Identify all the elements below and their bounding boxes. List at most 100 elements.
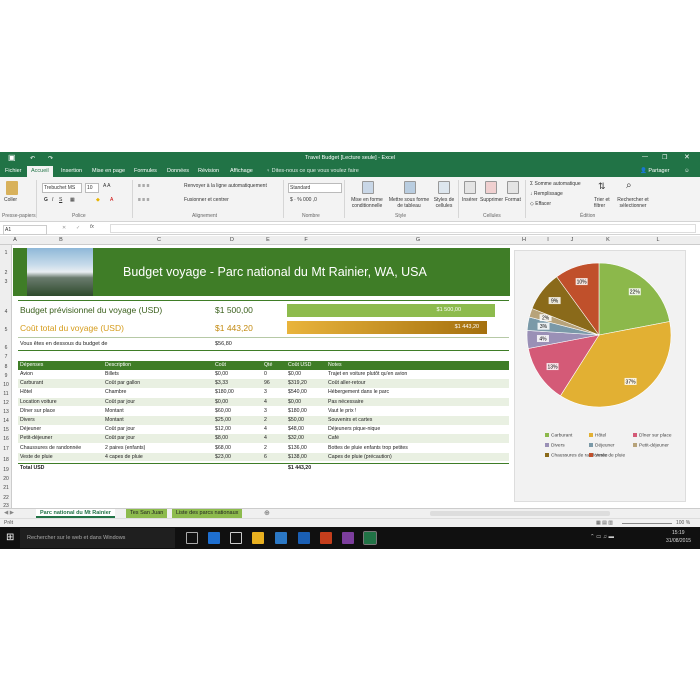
taskbar-search-box[interactable]: Rechercher sur le web et dans Windows bbox=[20, 528, 175, 548]
column-header[interactable]: L bbox=[630, 237, 686, 243]
share-button[interactable]: 👤 Partager bbox=[640, 168, 670, 174]
font-name-select[interactable]: Trebuchet MS bbox=[42, 183, 82, 193]
table-cell[interactable]: Chaussures de randonnée bbox=[20, 445, 81, 451]
file-explorer-icon[interactable] bbox=[252, 532, 264, 544]
zoom-slider[interactable] bbox=[622, 523, 672, 524]
row-header[interactable]: 9 bbox=[0, 373, 12, 379]
excel-taskbar-icon[interactable] bbox=[363, 531, 377, 545]
outlook-icon[interactable] bbox=[275, 532, 287, 544]
table-cell[interactable]: Coût par jour bbox=[105, 426, 135, 432]
table-cell[interactable]: Montant bbox=[105, 408, 124, 414]
row-header[interactable]: 20 bbox=[0, 476, 12, 482]
tab-revision[interactable]: Révision bbox=[198, 168, 219, 174]
confirm-icon[interactable]: ✓ bbox=[76, 225, 80, 231]
row-header[interactable]: 4 bbox=[0, 309, 12, 315]
row-header[interactable]: 5 bbox=[0, 327, 12, 333]
task-view-icon[interactable] bbox=[186, 532, 198, 544]
table-cell[interactable]: 0 bbox=[264, 371, 267, 377]
column-header[interactable]: G bbox=[326, 237, 510, 243]
table-cell[interactable]: 2 bbox=[264, 445, 267, 451]
table-cell[interactable]: Coût par jour bbox=[105, 399, 135, 405]
sheet-tab-liste-parcs[interactable]: Liste des parcs nationaux bbox=[172, 509, 243, 518]
row-header[interactable]: 11 bbox=[0, 391, 12, 397]
bold-icon[interactable]: G bbox=[44, 197, 48, 203]
table-cell[interactable]: $32,00 bbox=[288, 435, 304, 441]
row-header[interactable]: 22 bbox=[0, 495, 12, 501]
header-notes[interactable]: Notes bbox=[328, 362, 342, 368]
conditional-format-icon[interactable] bbox=[362, 181, 374, 194]
powerpoint-icon[interactable] bbox=[320, 532, 332, 544]
insert-cells-icon[interactable] bbox=[464, 181, 476, 194]
row-header[interactable]: 17 bbox=[0, 446, 12, 452]
table-cell[interactable]: Petit-déjeuner bbox=[20, 435, 52, 441]
table-cell[interactable]: 4 capes de pluie bbox=[105, 454, 143, 460]
table-cell[interactable]: Billets bbox=[105, 371, 119, 377]
delete-cells-button[interactable]: Supprimer bbox=[480, 197, 503, 203]
header-qte[interactable]: Qté bbox=[264, 362, 272, 368]
paste-icon[interactable] bbox=[6, 181, 18, 195]
borders-icon[interactable]: ▦ bbox=[70, 197, 75, 203]
table-cell[interactable]: 96 bbox=[264, 380, 270, 386]
table-cell[interactable]: $3,33 bbox=[215, 380, 228, 386]
table-cell[interactable]: Veste de pluie bbox=[20, 454, 53, 460]
font-color-icon[interactable]: A bbox=[110, 197, 113, 203]
row-header[interactable]: 18 bbox=[0, 457, 12, 463]
column-header[interactable]: E bbox=[250, 237, 286, 243]
merge-center-button[interactable]: Fusionner et centrer bbox=[184, 197, 229, 203]
tab-fichier[interactable]: Fichier bbox=[5, 168, 22, 174]
wrap-text-button[interactable]: Renvoyer à la ligne automatiquement bbox=[184, 183, 267, 189]
row-header[interactable]: 1 bbox=[0, 250, 12, 256]
view-buttons[interactable]: ▦ ▤ ▥ bbox=[596, 520, 613, 526]
tab-formules[interactable]: Formules bbox=[134, 168, 157, 174]
font-grow-icon[interactable]: A A bbox=[103, 183, 111, 189]
close-icon[interactable]: ✕ bbox=[684, 153, 690, 161]
store-icon[interactable] bbox=[230, 532, 242, 544]
total-row-label[interactable]: Total USD bbox=[20, 465, 44, 471]
table-cell[interactable]: Carburant bbox=[20, 380, 43, 386]
conditional-format-button[interactable]: Mise en forme conditionnelle bbox=[349, 197, 385, 209]
fill-button[interactable]: ↓ Remplissage bbox=[530, 191, 563, 197]
align-top-icon[interactable]: ≡ ≡ ≡ bbox=[138, 183, 150, 189]
add-sheet-icon[interactable]: ⊕ bbox=[264, 509, 270, 517]
table-cell[interactable]: 3 bbox=[264, 389, 267, 395]
tab-accueil[interactable]: Accueil bbox=[27, 166, 53, 177]
row-header[interactable]: 21 bbox=[0, 485, 12, 491]
tab-mise-en-page[interactable]: Mise en page bbox=[92, 168, 125, 174]
row-header[interactable]: 8 bbox=[0, 364, 12, 370]
currency-icon[interactable]: $ · % 000 ,0 bbox=[290, 197, 317, 203]
underline-icon[interactable]: S bbox=[59, 197, 62, 203]
table-cell[interactable]: Avion bbox=[20, 371, 33, 377]
column-header[interactable]: K bbox=[586, 237, 630, 243]
table-cell[interactable]: Bottes de pluie enfants trop petites bbox=[328, 445, 408, 451]
table-cell[interactable]: 4 bbox=[264, 426, 267, 432]
table-cell[interactable]: Souvenirs et cartes bbox=[328, 417, 372, 423]
table-cell[interactable]: $60,00 bbox=[215, 408, 231, 414]
sheet-tab-san-juan[interactable]: Tes San Juan bbox=[126, 509, 168, 518]
paste-button[interactable]: Coller bbox=[4, 197, 17, 203]
column-header[interactable]: B bbox=[18, 237, 104, 243]
maximize-icon[interactable]: ❐ bbox=[662, 154, 667, 161]
prev-sheet-icon[interactable]: ◀ ▶ bbox=[4, 510, 14, 516]
smiley-icon[interactable]: ☺ bbox=[684, 168, 690, 174]
table-cell[interactable]: Coût par gallon bbox=[105, 380, 140, 386]
table-cell[interactable]: $50,00 bbox=[288, 417, 304, 423]
function-icon[interactable]: fx bbox=[90, 224, 94, 230]
table-cell[interactable]: Chambre bbox=[105, 389, 126, 395]
name-box[interactable]: A1 bbox=[3, 225, 47, 235]
table-cell[interactable]: $12,00 bbox=[215, 426, 231, 432]
table-cell[interactable]: Hébergement dans le parc bbox=[328, 389, 389, 395]
table-cell[interactable]: $48,00 bbox=[288, 426, 304, 432]
table-cell[interactable]: $180,00 bbox=[288, 408, 307, 414]
table-cell[interactable]: Coût aller-retour bbox=[328, 380, 365, 386]
pie-chart[interactable]: 22% 37% 13% 4% 3% 2% 9% 10% Carburant Hôtel Dîner… bbox=[514, 250, 686, 502]
format-table-icon[interactable] bbox=[404, 181, 416, 194]
row-header[interactable]: 14 bbox=[0, 418, 12, 424]
tray-icons[interactable]: ⌃ ▭ ♫ ▬ bbox=[590, 534, 614, 540]
delete-cells-icon[interactable] bbox=[485, 181, 497, 194]
row-header[interactable]: 7 bbox=[0, 354, 12, 360]
column-header[interactable]: A bbox=[13, 237, 17, 243]
column-header[interactable]: I bbox=[538, 237, 558, 243]
cancel-icon[interactable]: ✕ bbox=[62, 225, 66, 231]
row-header[interactable]: 2 bbox=[0, 270, 12, 276]
header-description[interactable]: Description bbox=[105, 362, 131, 368]
